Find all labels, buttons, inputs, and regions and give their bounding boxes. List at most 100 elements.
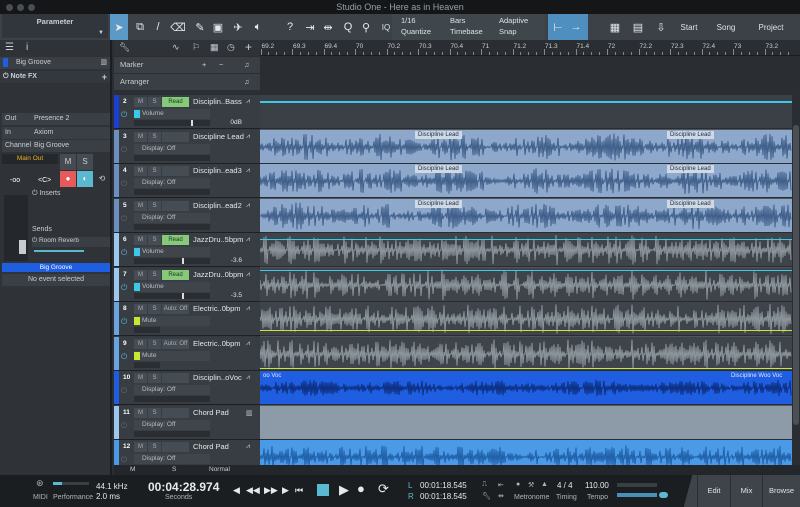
solo-all-button[interactable]: S	[172, 466, 176, 473]
automation-line[interactable]	[260, 367, 792, 369]
automation-parameter-select[interactable]: Mute	[134, 350, 210, 361]
monitor-button[interactable]: ◐	[77, 171, 93, 187]
volume-value[interactable]: -oo	[10, 177, 20, 184]
power-icon[interactable]: ⏻	[121, 421, 127, 431]
track-name[interactable]: JazzDru..5bpm	[193, 235, 243, 244]
track-name[interactable]: Chord Pad	[193, 442, 229, 451]
inserts-header[interactable]: ⏻ Inserts	[32, 190, 110, 200]
power-icon[interactable]: ⏻	[121, 145, 127, 155]
range-tool-icon[interactable]: ⧉	[132, 14, 148, 40]
add-marker-icon[interactable]: +	[202, 57, 206, 73]
record-arm-button[interactable]: ●	[60, 171, 76, 187]
track-lane[interactable]	[260, 233, 792, 267]
quantize-select[interactable]: 1/16	[401, 16, 416, 25]
stop-button[interactable]	[317, 484, 329, 496]
automation-value-slider[interactable]	[134, 223, 210, 230]
browse-view-button[interactable]: Browse	[762, 475, 800, 507]
info-icon[interactable]: i	[26, 42, 28, 53]
download-icon[interactable]: ⇩	[650, 14, 672, 40]
add-track-icon[interactable]: +	[245, 40, 252, 54]
pan-value[interactable]: <C>	[38, 177, 51, 184]
track-name[interactable]: Electric..0bpm	[193, 304, 241, 313]
vertical-scrollbar[interactable]	[792, 95, 800, 465]
metronome-toggle[interactable]	[659, 492, 668, 498]
track-header[interactable]: 8 M S Auto: Off Electric..0bpm ⩘ ⏻ Mute	[114, 302, 260, 336]
automation-value-slider[interactable]	[134, 258, 210, 264]
song-button[interactable]: Song	[710, 14, 742, 40]
track-solo-button[interactable]: S	[148, 304, 161, 314]
track-header[interactable]: 2 M S Read Disciplin..Bass ⩘ ⏻ Volume 0dB	[114, 95, 260, 129]
clip-label[interactable]: Discipline Lead	[667, 165, 714, 173]
track-header[interactable]: 7 M S Read JazzDru..0bpm ⩘ ⏻ Volume -3.5	[114, 267, 260, 302]
track-solo-button[interactable]: S	[148, 97, 161, 107]
automation-parameter-select[interactable]: Display: Off	[134, 419, 210, 430]
timeline-ruler[interactable]: 69.2 69.3 69.4 70 70.2 70.3 70.4 71 71.2 71.3 71.4…	[260, 40, 800, 56]
track-name[interactable]: Disciplin..ead2	[193, 201, 242, 210]
power-icon[interactable]: ⏻	[121, 248, 127, 258]
track-solo-button[interactable]: S	[148, 131, 161, 142]
track-solo-button[interactable]: S	[148, 442, 161, 452]
automation-parameter-select[interactable]: Display: Off	[134, 212, 210, 223]
wrench-icon[interactable]: ⚒	[528, 481, 534, 489]
track-lane[interactable]	[260, 95, 792, 129]
automation-parameter-select[interactable]: Volume	[134, 109, 210, 119]
power-icon[interactable]: ⏻	[121, 386, 127, 396]
power-icon[interactable]: ⏻	[121, 179, 127, 189]
automation-parameter-select[interactable]: Volume	[134, 281, 210, 292]
automation-mode-button[interactable]	[162, 407, 189, 418]
automation-parameter-select[interactable]: Mute	[134, 316, 210, 326]
clip-label[interactable]: Discipline Lead	[667, 130, 714, 139]
channel-select[interactable]: Big Groove	[34, 140, 69, 152]
track-solo-button[interactable]: S	[148, 373, 161, 383]
automation-line[interactable]	[260, 239, 792, 240]
automation-parameter-select[interactable]: Display: Off	[134, 143, 210, 154]
send-level-slider[interactable]	[34, 250, 84, 252]
track-solo-button[interactable]: S	[148, 407, 161, 418]
remove-marker-icon[interactable]: −	[219, 57, 223, 73]
track-header[interactable]: 11 M S Chord Pad ▥ ⏻ Display: Off	[114, 405, 260, 440]
automation-value-slider[interactable]	[134, 292, 210, 299]
track-name[interactable]: Disciplin..Bass	[193, 97, 242, 106]
rewind-small-button[interactable]: ◀	[233, 485, 240, 496]
automation-value-slider[interactable]	[134, 327, 160, 333]
track-header[interactable]: 9 M S Auto: Off Electric..0bpm ⩘ ⏻ Mute	[114, 336, 260, 371]
automation-icon[interactable]: ∿	[172, 42, 180, 53]
bend-tool-icon[interactable]: ✈	[230, 14, 246, 40]
track-solo-button[interactable]: S	[148, 200, 161, 211]
track-solo-button[interactable]: S	[148, 269, 161, 280]
grid-icon[interactable]: ▦	[210, 42, 219, 53]
timebase-select[interactable]: Bars	[450, 16, 465, 25]
track-mute-button[interactable]: M	[134, 235, 147, 245]
automation-mode-button[interactable]	[162, 442, 189, 452]
edit-view-button[interactable]: Edit	[697, 475, 730, 507]
clock-icon[interactable]: ◷	[227, 42, 235, 53]
rewind-button[interactable]: ◀◀	[246, 485, 260, 496]
power-icon[interactable]: ⏻	[121, 352, 127, 362]
record-button[interactable]: ●	[357, 481, 365, 496]
automation-mode-button[interactable]	[162, 373, 189, 383]
track-mute-button[interactable]: M	[134, 97, 147, 107]
zoom-window-button[interactable]	[28, 4, 35, 11]
track-solo-button[interactable]: S	[148, 235, 161, 245]
track-mute-button[interactable]: M	[134, 338, 147, 349]
eraser-tool-icon[interactable]: ⌫	[170, 14, 186, 40]
track-mute-button[interactable]: M	[134, 407, 147, 418]
clip-label[interactable]: Discipline Lead	[415, 130, 462, 139]
listen-tool-icon[interactable]: 🔈︎	[250, 14, 266, 40]
precount-icon[interactable]: ⎍	[482, 481, 487, 489]
track-header[interactable]: 5 M S Disciplin..ead2 ⩘ ⏻ Display: Off	[114, 198, 260, 233]
view-mode-select[interactable]: Normal	[209, 466, 230, 473]
mix-view-button[interactable]: Mix	[730, 475, 762, 507]
metronome-icon[interactable]: ▲	[541, 481, 548, 488]
automation-line[interactable]	[260, 101, 792, 103]
arrow-tool-icon[interactable]: ➤	[110, 14, 128, 40]
clip-label[interactable]: Discipline Lead	[415, 199, 462, 208]
inspector-track-name[interactable]: Big Groove ▥	[0, 57, 110, 69]
arrange-view[interactable]: Discipline Lead Discipline Lead Discipline…	[260, 95, 792, 465]
channel-row[interactable]: Channel Big Groove	[2, 140, 110, 152]
track-name[interactable]: Chord Pad	[193, 408, 229, 417]
automation-parameter-select[interactable]: Display: Off	[134, 454, 210, 464]
automation-mode-button[interactable]	[162, 131, 189, 142]
time-signature[interactable]: 4 / 4	[557, 481, 573, 490]
automation-mode-button[interactable]	[162, 166, 189, 176]
